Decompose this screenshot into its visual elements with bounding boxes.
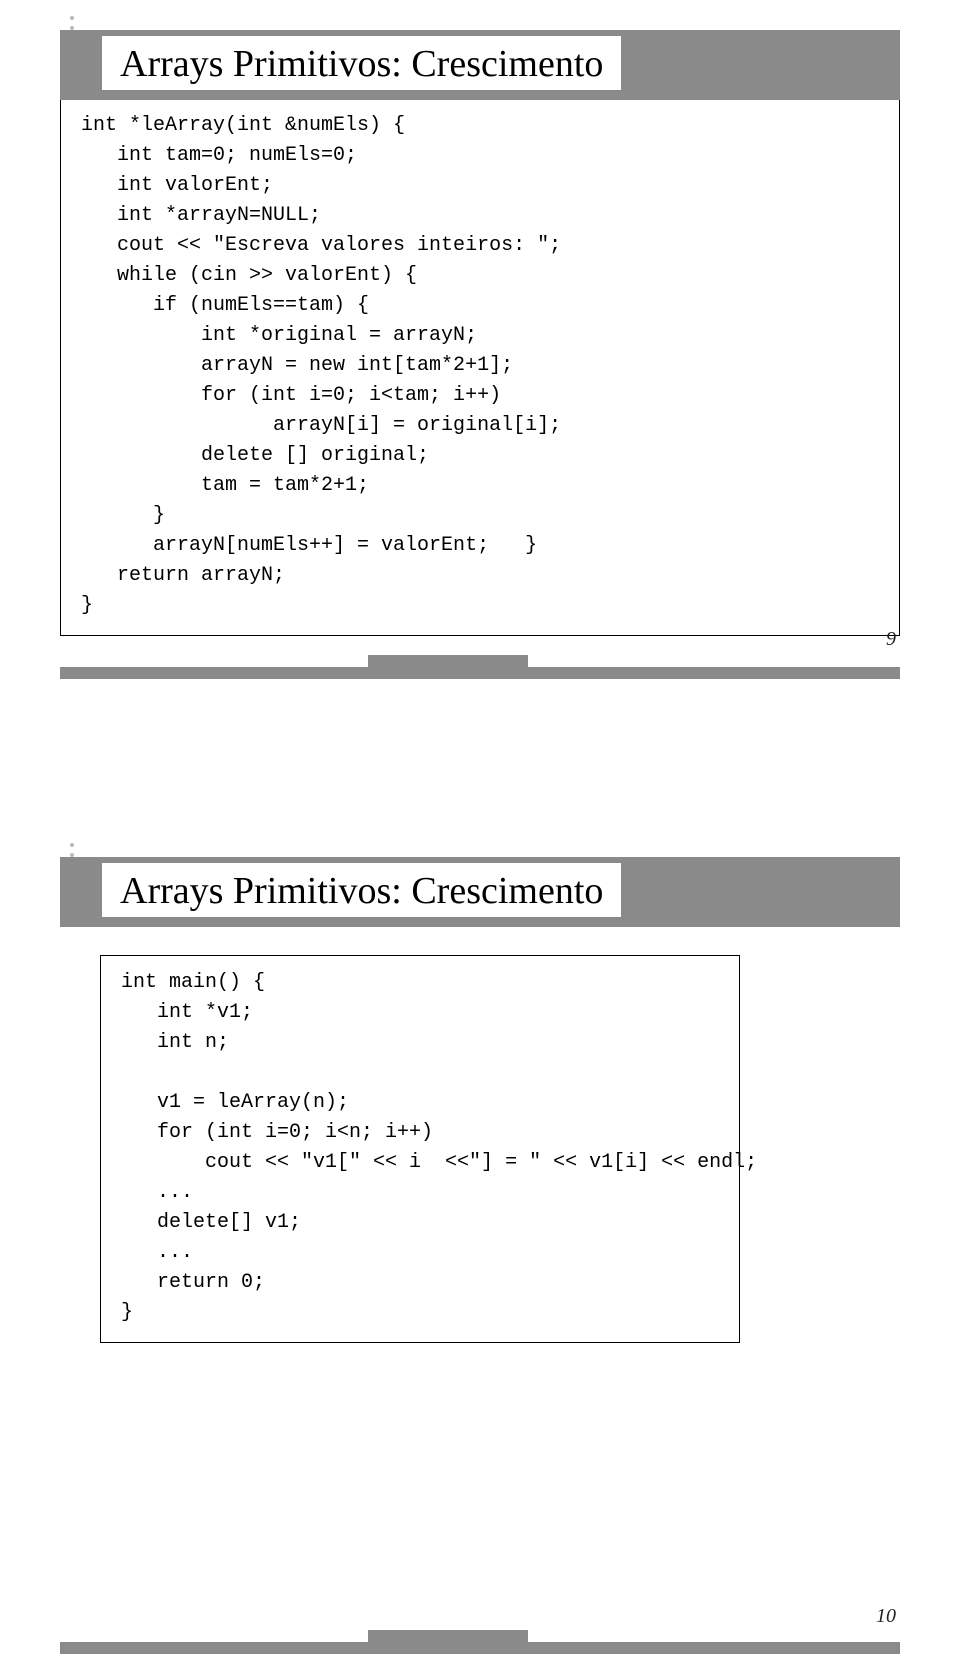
title-bar: Arrays Primitivos: Crescimento: [60, 30, 900, 100]
slide-title: Arrays Primitivos: Crescimento: [102, 36, 621, 90]
dot-icon: [70, 16, 74, 20]
slide-title: Arrays Primitivos: Crescimento: [102, 863, 621, 917]
footer-bar: [60, 667, 900, 679]
title-bar-wrap: Arrays Primitivos: Crescimento: [60, 857, 900, 927]
title-bar: Arrays Primitivos: Crescimento: [60, 857, 900, 927]
title-bar-wrap: Arrays Primitivos: Crescimento: [60, 30, 900, 100]
page-number: 10: [876, 1605, 896, 1628]
dot-icon: [70, 843, 74, 847]
code-block: int *leArray(int &numEls) { int tam=0; n…: [60, 98, 900, 636]
decoration-dots-vertical: [70, 843, 74, 857]
slide-1: Arrays Primitivos: Crescimento int *leAr…: [0, 0, 960, 827]
page-number: 9: [886, 628, 896, 651]
slide-2: Arrays Primitivos: Crescimento int main(…: [0, 827, 960, 1654]
decoration-dots-vertical: [70, 16, 74, 30]
code-block: int main() { int *v1; int n; v1 = leArra…: [100, 955, 740, 1343]
footer-bar: [60, 1642, 900, 1654]
